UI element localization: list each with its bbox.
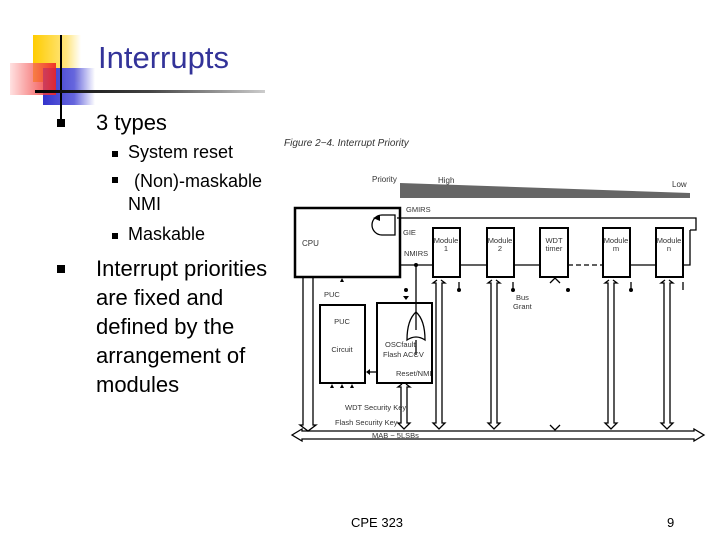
mab-label: MAB − 5LSBs: [372, 431, 419, 440]
svg-text:PUC: PUC: [334, 317, 350, 326]
svg-text:n: n: [667, 244, 671, 253]
svg-text:1: 1: [444, 244, 448, 253]
figure-caption: Figure 2−4. Interrupt Priority: [284, 138, 410, 149]
priority-label: Priority: [372, 175, 397, 184]
puc-label: PUC: [324, 290, 340, 299]
interrupt-priority-figure: Figure 2−4. Interrupt Priority Priority …: [284, 138, 706, 443]
wdt-security-key-label: WDT Security Key: [345, 403, 406, 412]
svg-text:Flash ACCV: Flash ACCV: [383, 350, 424, 359]
svg-text:Reset/NMI: Reset/NMI: [396, 369, 431, 378]
nmirs-label: NMIRS: [404, 249, 428, 258]
low-label: Low: [672, 180, 687, 189]
footer-course: CPE 323: [351, 515, 404, 530]
svg-text:Grant: Grant: [513, 302, 533, 311]
mab-bus: [290, 427, 706, 443]
svg-text:Bus: Bus: [516, 293, 529, 302]
svg-text:timer: timer: [546, 244, 563, 253]
priority-wedge: [400, 183, 690, 198]
svg-text:Circuit: Circuit: [331, 345, 353, 354]
svg-text:OSCfault: OSCfault: [385, 340, 416, 349]
cpu-label: CPU: [302, 239, 319, 248]
flash-security-key-label: Flash Security Key: [335, 418, 398, 427]
slide: Interrupts 3 types System reset (Non)-ma…: [0, 0, 720, 540]
svg-text:2: 2: [498, 244, 502, 253]
gie-label: GIE: [403, 228, 416, 237]
page-number: 9: [667, 515, 675, 530]
svg-text:m: m: [613, 244, 619, 253]
high-label: High: [438, 176, 454, 185]
gmirs-label: GMIRS: [406, 205, 431, 214]
